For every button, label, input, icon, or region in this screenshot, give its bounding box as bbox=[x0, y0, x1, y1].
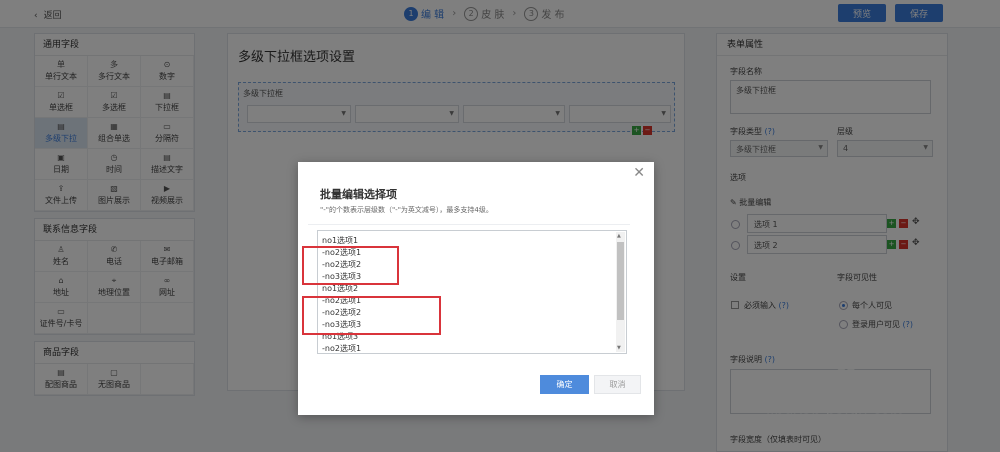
option-line: -no2选项1 bbox=[322, 344, 362, 353]
batch-edit-dialog: ✕ 批量编辑选择项 "-"的个数表示层级数（"-"为英文减号），最多支持4级。 … bbox=[298, 162, 654, 415]
scrollbar[interactable]: ▲ ▼ bbox=[616, 232, 625, 352]
close-icon[interactable]: ✕ bbox=[633, 165, 645, 181]
cancel-button[interactable]: 取消 bbox=[594, 375, 641, 394]
highlight-box bbox=[302, 296, 441, 335]
divider bbox=[308, 224, 630, 225]
scroll-up-icon[interactable]: ▲ bbox=[617, 233, 621, 239]
scroll-down-icon[interactable]: ▼ bbox=[617, 345, 621, 351]
dialog-hint: "-"的个数表示层级数（"-"为英文减号），最多支持4级。 bbox=[320, 206, 493, 214]
confirm-button[interactable]: 确定 bbox=[540, 375, 589, 394]
highlight-box bbox=[302, 246, 399, 285]
scrollbar-thumb[interactable] bbox=[617, 242, 624, 320]
dialog-title: 批量编辑选择项 bbox=[320, 188, 397, 201]
